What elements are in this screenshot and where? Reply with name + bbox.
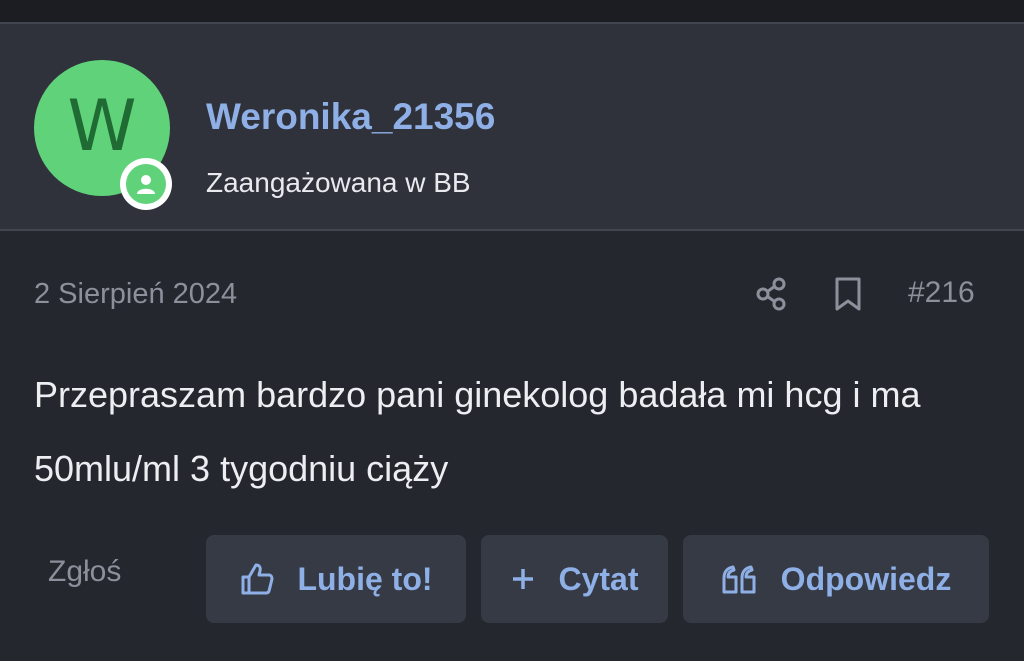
thumbs-up-icon [239, 561, 275, 597]
quote-button-label: Cytat [558, 560, 639, 597]
post-message: Przepraszam bardzo pani ginekolog badała… [34, 374, 921, 489]
share-icon[interactable] [752, 275, 790, 313]
report-link[interactable]: Zgłoś [48, 555, 121, 589]
reply-button-label: Odpowiedz [780, 560, 952, 597]
post-author-header: W Weronika_21356 Zaangażowana w BB [0, 22, 1024, 231]
bookmark-icon[interactable] [832, 275, 864, 313]
like-button[interactable]: Lubię to! [206, 535, 466, 623]
quote-marks-icon [721, 564, 759, 594]
online-status-badge [120, 158, 172, 210]
username-link[interactable]: Weronika_21356 [206, 96, 495, 138]
post-date[interactable]: 2 Sierpień 2024 [34, 278, 237, 311]
reply-button[interactable]: Odpowiedz [683, 535, 989, 623]
top-bar [0, 0, 1024, 22]
user-icon [126, 164, 166, 204]
like-button-label: Lubię to! [297, 560, 433, 597]
post-number-link[interactable]: #216 [908, 276, 975, 310]
plus-icon [510, 566, 536, 592]
avatar-letter: W [67, 85, 137, 167]
quote-button[interactable]: Cytat [481, 535, 668, 623]
user-rank-title: Zaangażowana w BB [206, 167, 471, 198]
